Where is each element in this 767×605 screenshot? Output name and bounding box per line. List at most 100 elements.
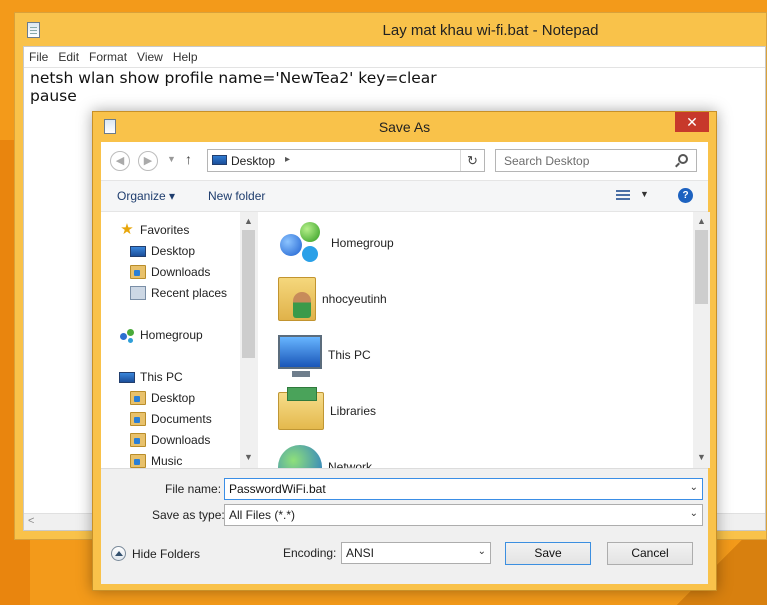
- file-name-label: File name:: [165, 482, 222, 496]
- downloads-folder-icon: [130, 265, 146, 279]
- nav-item-label: Downloads: [151, 265, 211, 279]
- nav-fav-recent-places[interactable]: Recent places: [130, 284, 227, 302]
- menu-format[interactable]: Format: [89, 50, 135, 64]
- refresh-icon[interactable]: ↻: [460, 150, 484, 171]
- scroll-down-icon[interactable]: ▼: [244, 452, 253, 462]
- encoding-value[interactable]: ANSI: [346, 546, 374, 560]
- file-list-pane: Homegroup nhocyeutinh This PC Libraries …: [258, 212, 710, 468]
- notepad-menubar: File Edit Format View Help: [24, 47, 765, 68]
- desktop-icon: [130, 246, 146, 257]
- nav-this-pc[interactable]: This PC: [119, 368, 183, 386]
- file-item-label: Libraries: [330, 404, 377, 418]
- nav-item-label: Music: [151, 454, 183, 468]
- navigation-scroll-thumb[interactable]: [242, 230, 255, 358]
- save-as-type-select[interactable]: All Files (*.*) ⌄: [224, 504, 703, 526]
- navigation-scrollbar[interactable]: ▲ ▼: [240, 212, 257, 468]
- file-item-this-pc[interactable]: This PC: [278, 330, 371, 380]
- user-folder-icon: [278, 277, 316, 321]
- menu-help[interactable]: Help: [173, 50, 206, 64]
- organize-button[interactable]: Organize ▾: [117, 189, 175, 203]
- save-form: File name: PasswordWiFi.bat ⌄ Save as ty…: [101, 468, 708, 584]
- encoding-label: Encoding:: [283, 546, 337, 560]
- nav-pc-downloads[interactable]: Downloads: [130, 431, 210, 449]
- new-folder-button[interactable]: New folder: [208, 189, 265, 203]
- dialog-body: ◀ ▶ ▼ ↑ Desktop ▸ ↻ Search Desktop Organ…: [101, 142, 710, 584]
- file-list-scroll-thumb[interactable]: [695, 230, 708, 304]
- scroll-up-icon[interactable]: ▲: [244, 216, 253, 226]
- scroll-up-icon[interactable]: ▲: [697, 216, 706, 226]
- hide-folders-label: Hide Folders: [132, 546, 201, 561]
- navigation-pane: ★ Favorites Desktop Downloads Recent pla…: [101, 212, 257, 468]
- up-arrow-icon[interactable]: ↑: [185, 151, 192, 167]
- search-icon[interactable]: [678, 154, 688, 164]
- chevron-right-icon[interactable]: ▸: [285, 154, 290, 165]
- cancel-button[interactable]: Cancel: [607, 542, 693, 565]
- file-item-homegroup[interactable]: Homegroup: [278, 218, 394, 268]
- save-as-type-value[interactable]: All Files (*.*): [229, 508, 295, 522]
- file-item-user-folder[interactable]: nhocyeutinh: [278, 274, 387, 324]
- nav-item-label: Recent places: [151, 286, 228, 300]
- nav-item-label: Documents: [151, 412, 212, 426]
- scroll-left-icon[interactable]: <: [28, 515, 34, 527]
- notepad-text-area[interactable]: netsh wlan show profile name='NewTea2' k…: [30, 69, 437, 105]
- chevron-down-icon[interactable]: ⌄: [690, 508, 698, 519]
- address-row: ◀ ▶ ▼ ↑ Desktop ▸ ↻ Search Desktop: [101, 142, 708, 180]
- back-button[interactable]: ◀: [110, 151, 130, 171]
- view-options-icon[interactable]: [616, 190, 630, 202]
- encoding-select[interactable]: ANSI ⌄: [341, 542, 491, 564]
- computer-icon: [278, 335, 322, 377]
- notepad-titlebar[interactable]: Lay mat khau wi-fi.bat - Notepad: [15, 13, 766, 47]
- nav-fav-downloads[interactable]: Downloads: [130, 263, 210, 281]
- homegroup-icon: [278, 220, 325, 266]
- star-icon: ★: [120, 221, 134, 238]
- hide-folders-button[interactable]: Hide Folders: [111, 546, 200, 561]
- forward-button[interactable]: ▶: [138, 151, 158, 171]
- menu-view[interactable]: View: [137, 50, 171, 64]
- help-icon[interactable]: ?: [678, 188, 693, 203]
- file-item-label: Network: [328, 460, 373, 468]
- save-as-type-label: Save as type:: [152, 508, 225, 522]
- music-folder-icon: [130, 454, 146, 468]
- chevron-down-icon[interactable]: ⌄: [690, 482, 698, 493]
- nav-favorites[interactable]: ★ Favorites: [119, 221, 189, 239]
- file-item-label: Homegroup: [331, 236, 394, 250]
- dialog-toolbar: Organize ▾ New folder ▼ ?: [101, 180, 708, 212]
- file-list-scrollbar[interactable]: ▲ ▼: [693, 212, 710, 468]
- file-name-input[interactable]: PasswordWiFi.bat ⌄: [224, 478, 703, 500]
- view-dropdown-icon[interactable]: ▼: [640, 189, 649, 199]
- dialog-title: Save As: [378, 119, 431, 135]
- chevron-down-icon[interactable]: ⌄: [478, 546, 486, 557]
- file-item-network[interactable]: Network: [278, 442, 372, 468]
- documents-folder-icon: [130, 412, 146, 426]
- file-item-label: This PC: [328, 348, 371, 362]
- close-button[interactable]: ✕: [675, 112, 709, 132]
- nav-item-label: Homegroup: [140, 328, 203, 342]
- search-box[interactable]: Search Desktop: [495, 149, 697, 172]
- downloads-folder-icon: [130, 433, 146, 447]
- nav-pc-desktop[interactable]: Desktop: [130, 389, 195, 407]
- save-as-dialog: Save As ✕ ◀ ▶ ▼ ↑ Desktop ▸ ↻ Search Des…: [92, 111, 717, 591]
- computer-icon: [119, 372, 135, 383]
- menu-edit[interactable]: Edit: [58, 50, 87, 64]
- libraries-icon: [278, 387, 324, 430]
- nav-fav-desktop[interactable]: Desktop: [130, 242, 195, 260]
- nav-pc-documents[interactable]: Documents: [130, 410, 212, 428]
- nav-homegroup[interactable]: Homegroup: [119, 326, 203, 344]
- nav-favorites-label: Favorites: [140, 223, 190, 237]
- save-button[interactable]: Save: [505, 542, 591, 565]
- search-placeholder[interactable]: Search Desktop: [504, 154, 589, 168]
- recent-places-icon: [130, 286, 146, 300]
- notepad-title: Lay mat khau wi-fi.bat - Notepad: [382, 22, 599, 39]
- scroll-down-icon[interactable]: ▼: [697, 452, 706, 462]
- menu-file[interactable]: File: [29, 50, 56, 64]
- file-item-libraries[interactable]: Libraries: [278, 386, 376, 436]
- file-item-label: nhocyeutinh: [322, 292, 387, 306]
- file-name-value[interactable]: PasswordWiFi.bat: [229, 482, 326, 496]
- address-bar[interactable]: Desktop ▸ ↻: [207, 149, 485, 172]
- address-location[interactable]: Desktop: [231, 154, 275, 168]
- collapse-up-icon: [111, 546, 126, 561]
- homegroup-icon: [119, 328, 135, 342]
- nav-item-label: Desktop: [151, 244, 196, 258]
- recent-locations-dropdown-icon[interactable]: ▼: [167, 154, 176, 164]
- nav-item-label: Downloads: [151, 433, 211, 447]
